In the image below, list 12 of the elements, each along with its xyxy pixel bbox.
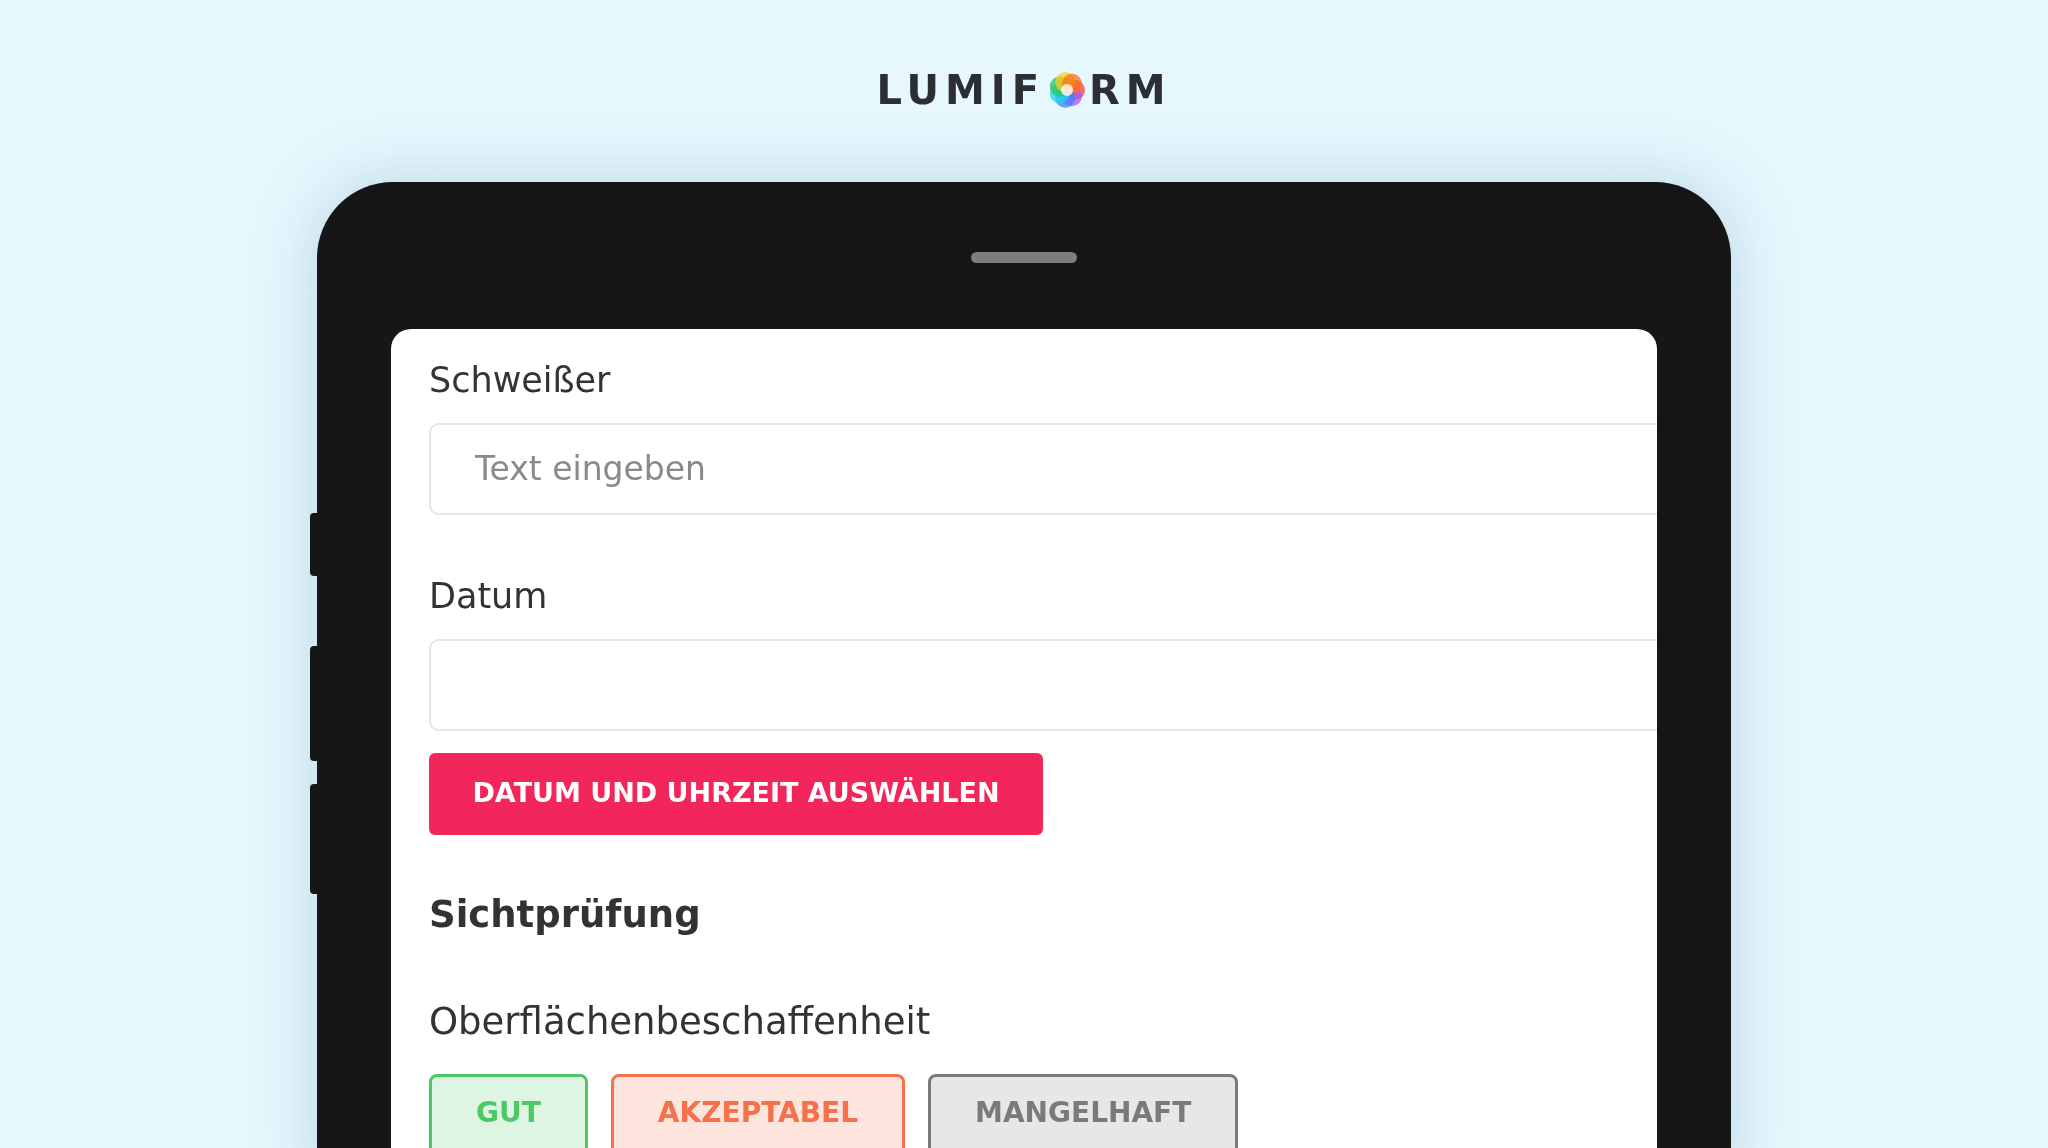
section-heading: Sichtprüfung (429, 891, 702, 938)
date-time-button[interactable]: DATUM UND UHRZEIT AUSWÄHLEN (429, 752, 1043, 835)
logo-text: RM (1088, 70, 1172, 110)
rating-option-button[interactable]: MANGELHAFT (928, 1073, 1239, 1148)
input-field[interactable]: Text eingeben (429, 422, 1657, 515)
rating-option-button[interactable]: GUT (429, 1073, 588, 1148)
input-field[interactable] (429, 638, 1657, 731)
field-label: Datum (429, 574, 549, 618)
logo-text: LUMIF (876, 70, 1045, 110)
field-label: Schweißer (429, 359, 612, 402)
question-label: Oberflächenbeschaffenheit (429, 999, 932, 1045)
rating-option-button[interactable]: AKZEPTABEL (610, 1073, 906, 1148)
